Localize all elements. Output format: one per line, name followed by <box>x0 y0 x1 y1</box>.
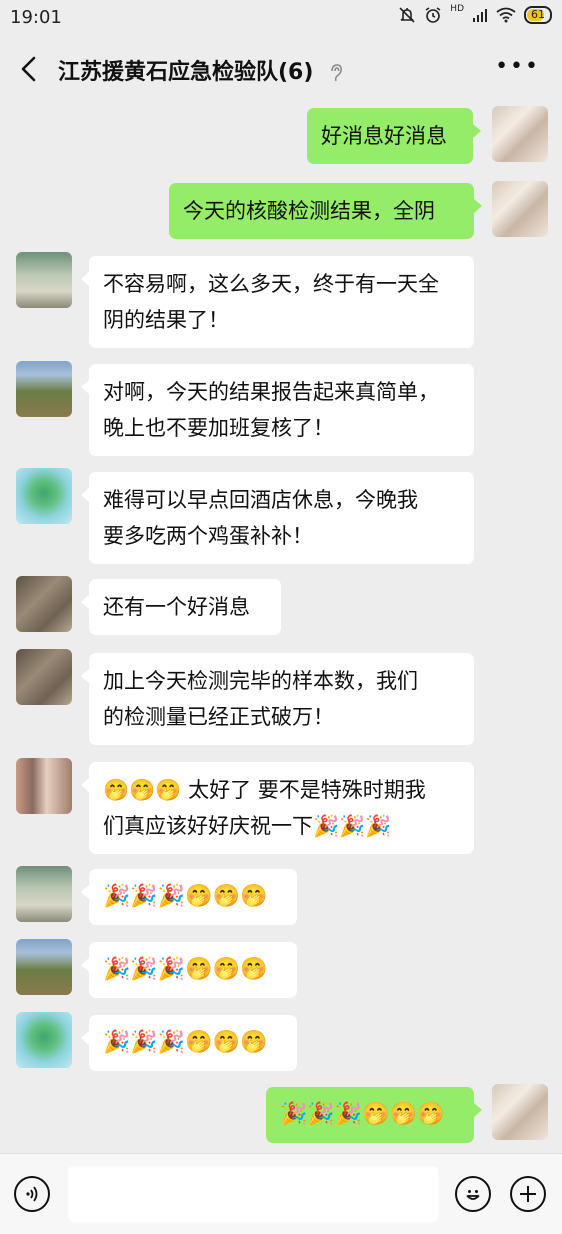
plus-icon[interactable] <box>510 1176 546 1212</box>
message-bubble[interactable]: 还有一个好消息 <box>81 579 281 635</box>
member-avatar[interactable] <box>16 866 72 922</box>
member-avatar[interactable] <box>16 939 72 995</box>
member-avatar[interactable] <box>16 1012 72 1068</box>
message-bubble[interactable]: 今天的核酸检测结果，全阴 <box>169 183 482 239</box>
wifi-icon <box>496 7 516 23</box>
chat-header: 江苏援黄石应急检验队(6) ••• <box>0 36 562 102</box>
status-time: 19:01 <box>10 7 62 28</box>
back-arrow-icon[interactable] <box>16 54 42 84</box>
message-bubble[interactable]: 🎉🎉🎉🤭🤭🤭 <box>81 942 297 998</box>
self-avatar[interactable] <box>492 1084 548 1140</box>
status-bar: 19:01 HD 61 <box>0 0 562 36</box>
message-bubble[interactable]: 加上今天检测完毕的样本数，我们 的检测量已经正式破万！ <box>81 653 474 745</box>
message-bubble[interactable]: 🎉🎉🎉🤭🤭🤭 <box>266 1087 482 1143</box>
member-avatar[interactable] <box>16 649 72 705</box>
message-bubble[interactable]: 难得可以早点回酒店休息，今晚我 要多吃两个鸡蛋补补！ <box>81 472 474 564</box>
signal-icon <box>473 9 487 22</box>
chat-title: 江苏援黄石应急检验队(6) <box>58 54 343 86</box>
message-input[interactable] <box>68 1166 438 1222</box>
emoji-icon[interactable] <box>455 1176 491 1212</box>
mute-icon <box>399 7 415 23</box>
battery-icon: 61 <box>524 6 552 24</box>
more-icon[interactable]: ••• <box>495 54 540 79</box>
voice-icon[interactable] <box>14 1176 50 1212</box>
self-avatar[interactable] <box>492 106 548 162</box>
member-avatar[interactable] <box>16 252 72 308</box>
member-avatar[interactable] <box>16 468 72 524</box>
hd-signal-icon: HD <box>450 3 464 14</box>
member-avatar[interactable] <box>16 758 72 814</box>
ear-icon <box>331 64 342 82</box>
message-bubble[interactable]: 好消息好消息 <box>307 108 481 164</box>
alarm-icon <box>425 7 441 23</box>
message-bubble[interactable]: 🤭🤭🤭 太好了 要不是特殊时期我 们真应该好好庆祝一下🎉🎉🎉 <box>81 762 474 854</box>
status-icons: HD 61 <box>398 3 552 24</box>
message-bubble[interactable]: 🎉🎉🎉🤭🤭🤭 <box>81 1015 297 1071</box>
member-avatar[interactable] <box>16 576 72 632</box>
message-bubble[interactable]: 对啊，今天的结果报告起来真简单， 晚上也不要加班复核了！ <box>81 364 474 456</box>
message-bubble[interactable]: 🎉🎉🎉🤭🤭🤭 <box>81 869 297 925</box>
input-bar <box>0 1153 562 1234</box>
self-avatar[interactable] <box>492 181 548 237</box>
member-avatar[interactable] <box>16 361 72 417</box>
message-bubble[interactable]: 不容易啊，这么多天，终于有一天全 阴的结果了！ <box>81 256 474 348</box>
